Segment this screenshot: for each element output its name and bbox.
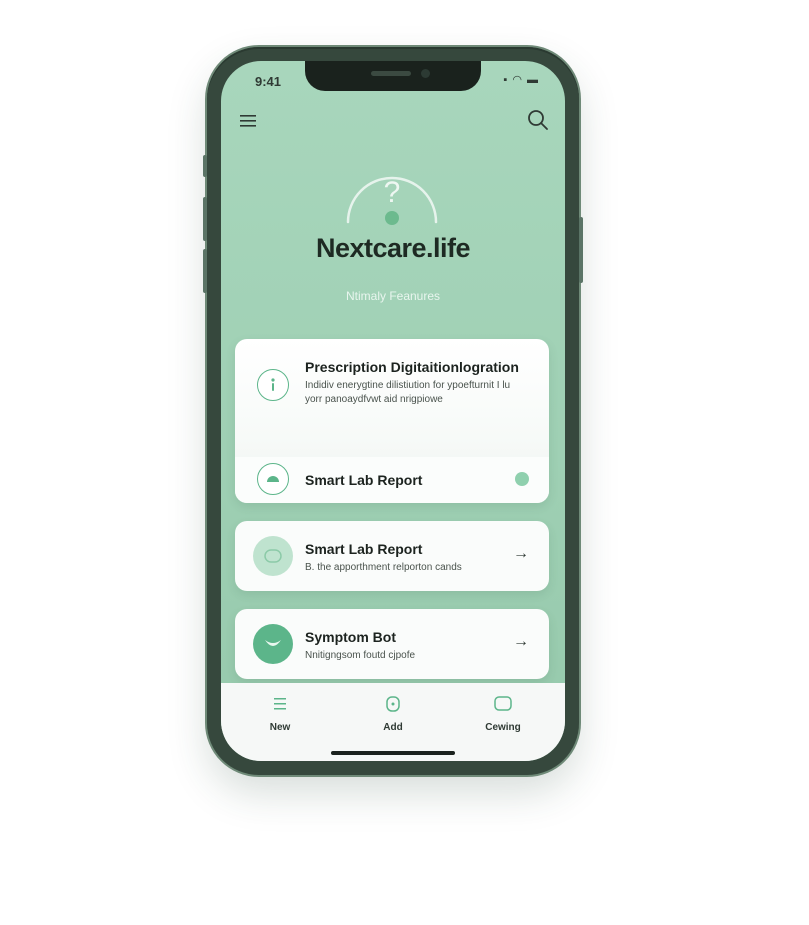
list-icon: [274, 698, 286, 710]
phone-frame: 9:41 ▪ ◠ ▬ ? Nextcare.life Ntimaly Feanu…: [203, 47, 583, 775]
status-icons: ▪ ◠ ▬: [503, 74, 539, 86]
symptom-bot-card[interactable]: Symptom Bot Nnitigngsom foutd cjpofe →: [235, 609, 549, 679]
tab-label: New: [269, 722, 291, 733]
card-description: B. the apporthment relporton cands: [305, 562, 462, 573]
status-dot-icon: [515, 472, 529, 486]
app-logo: ?: [342, 166, 442, 226]
volume-down-button: [203, 249, 207, 293]
tab-label: Cewing: [485, 722, 521, 733]
status-time: 9:41: [255, 74, 282, 89]
lab-icon: [257, 463, 289, 495]
arrow-right-icon[interactable]: →: [513, 545, 529, 563]
card-title: Symptom Bot: [305, 629, 396, 645]
prescription-card[interactable]: Prescription Digitaitionlogration Indidi…: [235, 339, 549, 503]
phone-screen: 9:41 ▪ ◠ ▬ ? Nextcare.life Ntimaly Feanu…: [221, 61, 565, 761]
arrow-right-icon[interactable]: →: [513, 633, 529, 651]
app-title: Nextcare.life: [315, 233, 471, 263]
tab-add[interactable]: Add: [358, 695, 428, 733]
power-button: [579, 217, 583, 283]
lab-report-label: Smart Lab Report: [305, 472, 423, 488]
hamburger-menu-icon[interactable]: [239, 113, 259, 129]
lab-report-icon: [253, 536, 293, 576]
side-button: [203, 155, 207, 177]
logo-question-glyph: ?: [383, 176, 401, 209]
lab-report-row[interactable]: Smart Lab Report: [235, 457, 549, 503]
card-title: Prescription Digitaitionlogration: [305, 359, 519, 375]
add-icon: [386, 696, 400, 712]
notch: [305, 61, 481, 91]
info-icon: [257, 369, 289, 401]
chat-icon: [494, 696, 512, 711]
card-title: Smart Lab Report: [305, 541, 423, 557]
card-description: Nnitigngsom foutd cjpofe: [305, 650, 416, 661]
search-icon[interactable]: [527, 109, 549, 131]
front-camera: [421, 69, 430, 78]
tab-cewing[interactable]: Cewing: [468, 695, 538, 733]
volume-up-button: [203, 197, 207, 241]
speaker: [371, 71, 411, 76]
symptom-bot-icon: [253, 624, 293, 664]
tab-label: Add: [383, 722, 403, 733]
home-indicator[interactable]: [331, 751, 455, 755]
app-subtitle: Ntimaly Feanures: [345, 289, 441, 303]
tab-bar: New Add Cewing: [221, 683, 565, 761]
smart-lab-report-card[interactable]: Smart Lab Report B. the apporthment relp…: [235, 521, 549, 591]
card-description: Indidiv enerygtine dilistiution for ypoe…: [305, 380, 511, 405]
tab-new[interactable]: New: [245, 695, 315, 733]
